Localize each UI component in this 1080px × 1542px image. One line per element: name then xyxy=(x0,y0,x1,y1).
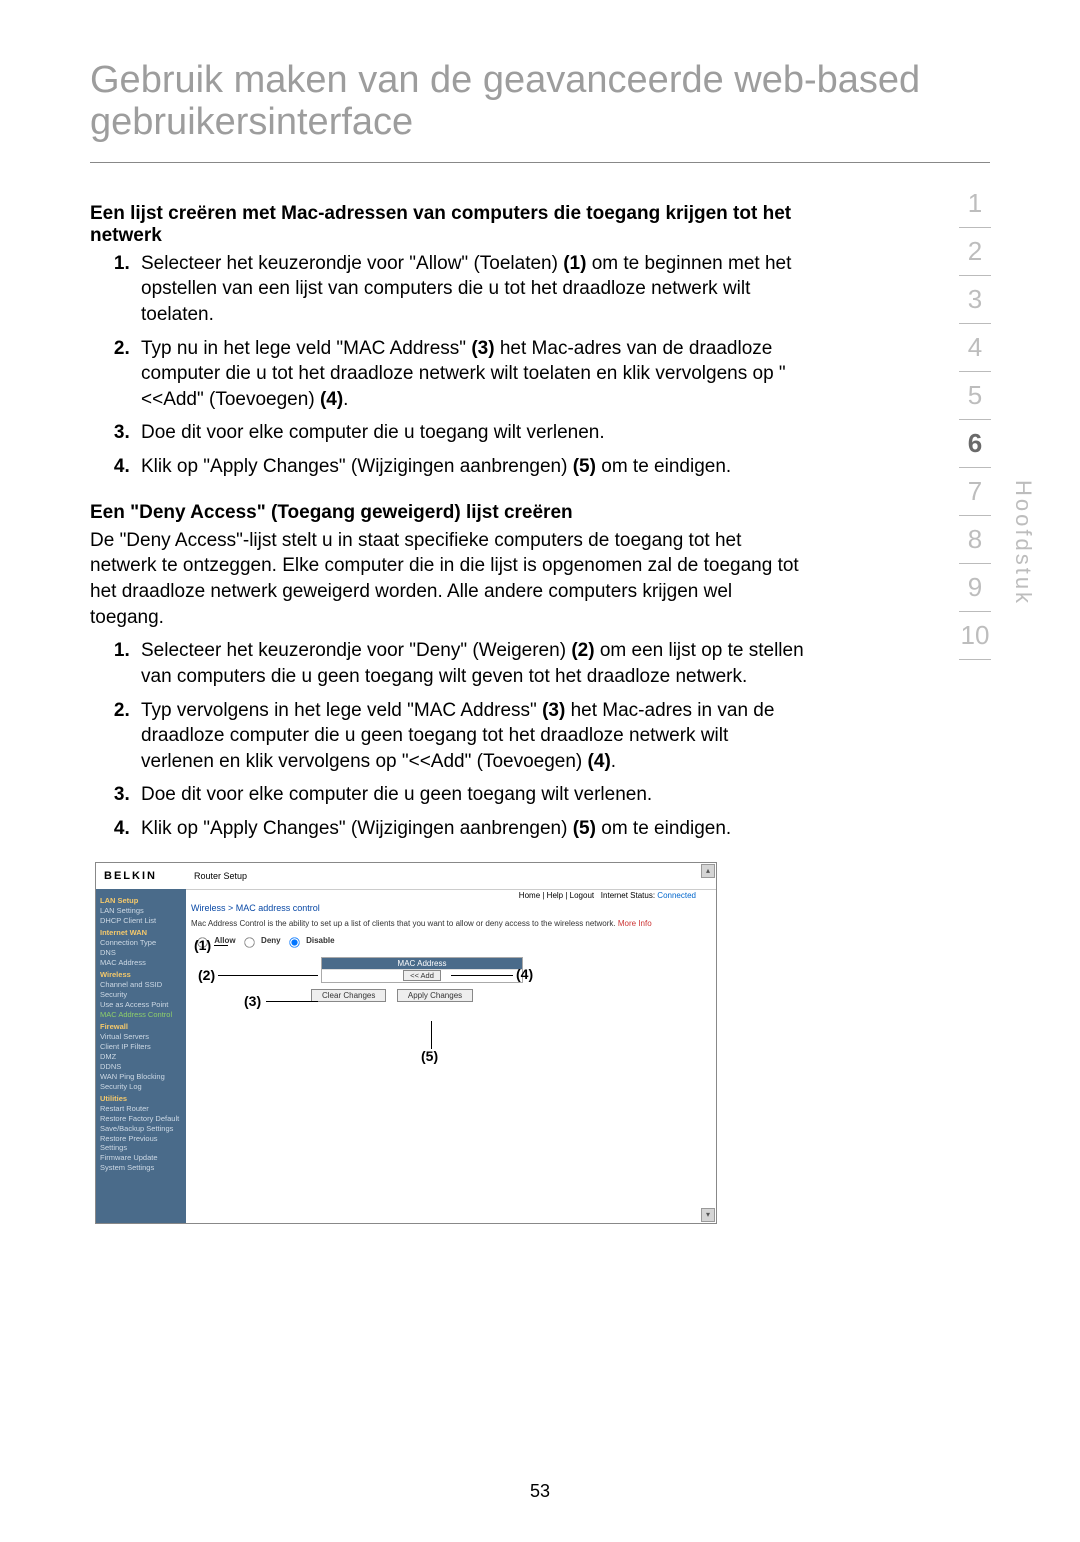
page-number: 53 xyxy=(0,1481,1080,1502)
chapter-link-2[interactable]: 2 xyxy=(940,228,1010,275)
section2-heading: Een "Deny Access" (Toegang geweigerd) li… xyxy=(90,502,805,524)
sidebar-item[interactable]: System Settings xyxy=(100,1163,182,1172)
help-link[interactable]: Help xyxy=(547,891,563,900)
sidebar-item[interactable]: Client IP Filters xyxy=(100,1042,182,1051)
chapter-link-6[interactable]: 6 xyxy=(940,420,1010,467)
status-label: Internet Status: xyxy=(601,891,655,900)
router-setup-label: Router Setup xyxy=(194,871,247,881)
list-item: Selecteer het keuzerondje voor "Deny" (W… xyxy=(135,638,805,689)
callout-line xyxy=(266,1001,318,1002)
screenshot-sidebar: LAN Setup LAN Settings DHCP Client List … xyxy=(96,889,186,1223)
chapter-link-4[interactable]: 4 xyxy=(940,324,1010,371)
sidebar-item[interactable]: MAC Address xyxy=(100,958,182,967)
section2-intro: De "Deny Access"-lijst stelt u in staat … xyxy=(90,528,805,631)
status-value: Connected xyxy=(657,891,696,900)
sidebar-heading: Firewall xyxy=(100,1022,182,1031)
callout-2: (2) xyxy=(198,967,215,983)
chapter-link-3[interactable]: 3 xyxy=(940,276,1010,323)
chapter-nav: 1 2 3 4 5 6 7 8 9 10 xyxy=(940,180,1010,660)
sidebar-heading: Utilities xyxy=(100,1094,182,1103)
sidebar-item[interactable]: WAN Ping Blocking xyxy=(100,1072,182,1081)
list-item: Doe dit voor elke computer die u geen to… xyxy=(135,782,805,808)
sidebar-item[interactable]: Restore Previous Settings xyxy=(100,1134,182,1152)
add-button[interactable]: << Add xyxy=(403,970,441,981)
section1-heading: Een lijst creëren met Mac-adressen van c… xyxy=(90,203,805,247)
radio-row: Allow Deny Disable xyxy=(191,933,696,949)
apply-changes-button[interactable]: Apply Changes xyxy=(397,989,473,1002)
scroll-up-icon[interactable]: ▴ xyxy=(701,864,715,878)
description-text: Mac Address Control is the ability to se… xyxy=(191,919,696,929)
disable-radio[interactable] xyxy=(289,937,299,947)
sidebar-item[interactable]: Firmware Update xyxy=(100,1153,182,1162)
sidebar-item[interactable]: DNS xyxy=(100,948,182,957)
sidebar-heading: Internet WAN xyxy=(100,928,182,937)
list-item: Klik op "Apply Changes" (Wijzigingen aan… xyxy=(135,816,805,842)
callout-line xyxy=(214,945,228,946)
brand-logo: BELKIN xyxy=(96,870,194,882)
callout-1: (1) xyxy=(194,937,211,953)
sidebar-item[interactable]: Connection Type xyxy=(100,938,182,947)
home-link[interactable]: Home xyxy=(519,891,540,900)
list-item: Typ vervolgens in het lege veld "MAC Add… xyxy=(135,698,805,775)
more-info-link[interactable]: More Info xyxy=(618,919,652,928)
document-page: Gebruik maken van de geavanceerde web-ba… xyxy=(0,0,1080,1542)
chapter-link-8[interactable]: 8 xyxy=(940,516,1010,563)
sidebar-item[interactable]: LAN Settings xyxy=(100,906,182,915)
chapter-link-1[interactable]: 1 xyxy=(940,180,1010,227)
sidebar-item[interactable]: Security Log xyxy=(100,1082,182,1091)
callout-4: (4) xyxy=(516,966,533,982)
chapter-link-7[interactable]: 7 xyxy=(940,468,1010,515)
clear-changes-button[interactable]: Clear Changes xyxy=(311,989,386,1002)
deny-radio[interactable] xyxy=(244,937,254,947)
sidebar-item[interactable]: Restart Router xyxy=(100,1104,182,1113)
page-title: Gebruik maken van de geavanceerde web-ba… xyxy=(90,60,990,144)
sidebar-heading: Wireless xyxy=(100,970,182,979)
sidebar-item[interactable]: Save/Backup Settings xyxy=(100,1124,182,1133)
logout-link[interactable]: Logout xyxy=(570,891,594,900)
screenshot-topbar: BELKIN Router Setup xyxy=(96,863,716,890)
button-row: Clear Changes Apply Changes xyxy=(311,989,696,1002)
screenshot-main: Wireless > MAC address control Mac Addre… xyxy=(191,903,696,1002)
scroll-down-icon[interactable]: ▾ xyxy=(701,1208,715,1222)
sidebar-item[interactable]: Restore Factory Default xyxy=(100,1114,182,1123)
list-item: Selecteer het keuzerondje voor "Allow" (… xyxy=(135,251,805,328)
callout-5: (5) xyxy=(421,1048,438,1064)
breadcrumb: Wireless > MAC address control xyxy=(191,903,696,913)
section2-list: Selecteer het keuzerondje voor "Deny" (W… xyxy=(90,638,805,841)
body-content: Een lijst creëren met Mac-adressen van c… xyxy=(90,203,805,1224)
sidebar-item-active[interactable]: MAC Address Control xyxy=(100,1010,182,1019)
callout-line xyxy=(431,1021,432,1049)
sidebar-item[interactable]: Virtual Servers xyxy=(100,1032,182,1041)
mac-header: MAC Address xyxy=(322,958,522,969)
callout-line xyxy=(218,975,318,976)
chapter-link-5[interactable]: 5 xyxy=(940,372,1010,419)
sidebar-item[interactable]: DHCP Client List xyxy=(100,916,182,925)
sidebar-heading: LAN Setup xyxy=(100,896,182,905)
callout-3: (3) xyxy=(244,993,261,1009)
sidebar-item[interactable]: Use as Access Point xyxy=(100,1000,182,1009)
sidebar-item[interactable]: DMZ xyxy=(100,1052,182,1061)
list-item: Klik op "Apply Changes" (Wijzigingen aan… xyxy=(135,454,805,480)
callout-line xyxy=(451,975,513,976)
router-screenshot: ▴ ▾ BELKIN Router Setup Home | Help | Lo… xyxy=(95,862,717,1224)
title-rule xyxy=(90,162,990,163)
top-links: Home | Help | Logout Internet Status: Co… xyxy=(519,891,696,900)
section1-list: Selecteer het keuzerondje voor "Allow" (… xyxy=(90,251,805,480)
sidebar-item[interactable]: Security xyxy=(100,990,182,999)
mac-address-table: MAC Address << Add xyxy=(321,957,523,983)
chapter-link-10[interactable]: 10 xyxy=(940,612,1010,659)
list-item: Doe dit voor elke computer die u toegang… xyxy=(135,420,805,446)
chapter-label: Hoofdstuk xyxy=(1010,480,1036,606)
list-item: Typ nu in het lege veld "MAC Address" (3… xyxy=(135,336,805,413)
sidebar-item[interactable]: DDNS xyxy=(100,1062,182,1071)
chapter-link-9[interactable]: 9 xyxy=(940,564,1010,611)
sidebar-item[interactable]: Channel and SSID xyxy=(100,980,182,989)
